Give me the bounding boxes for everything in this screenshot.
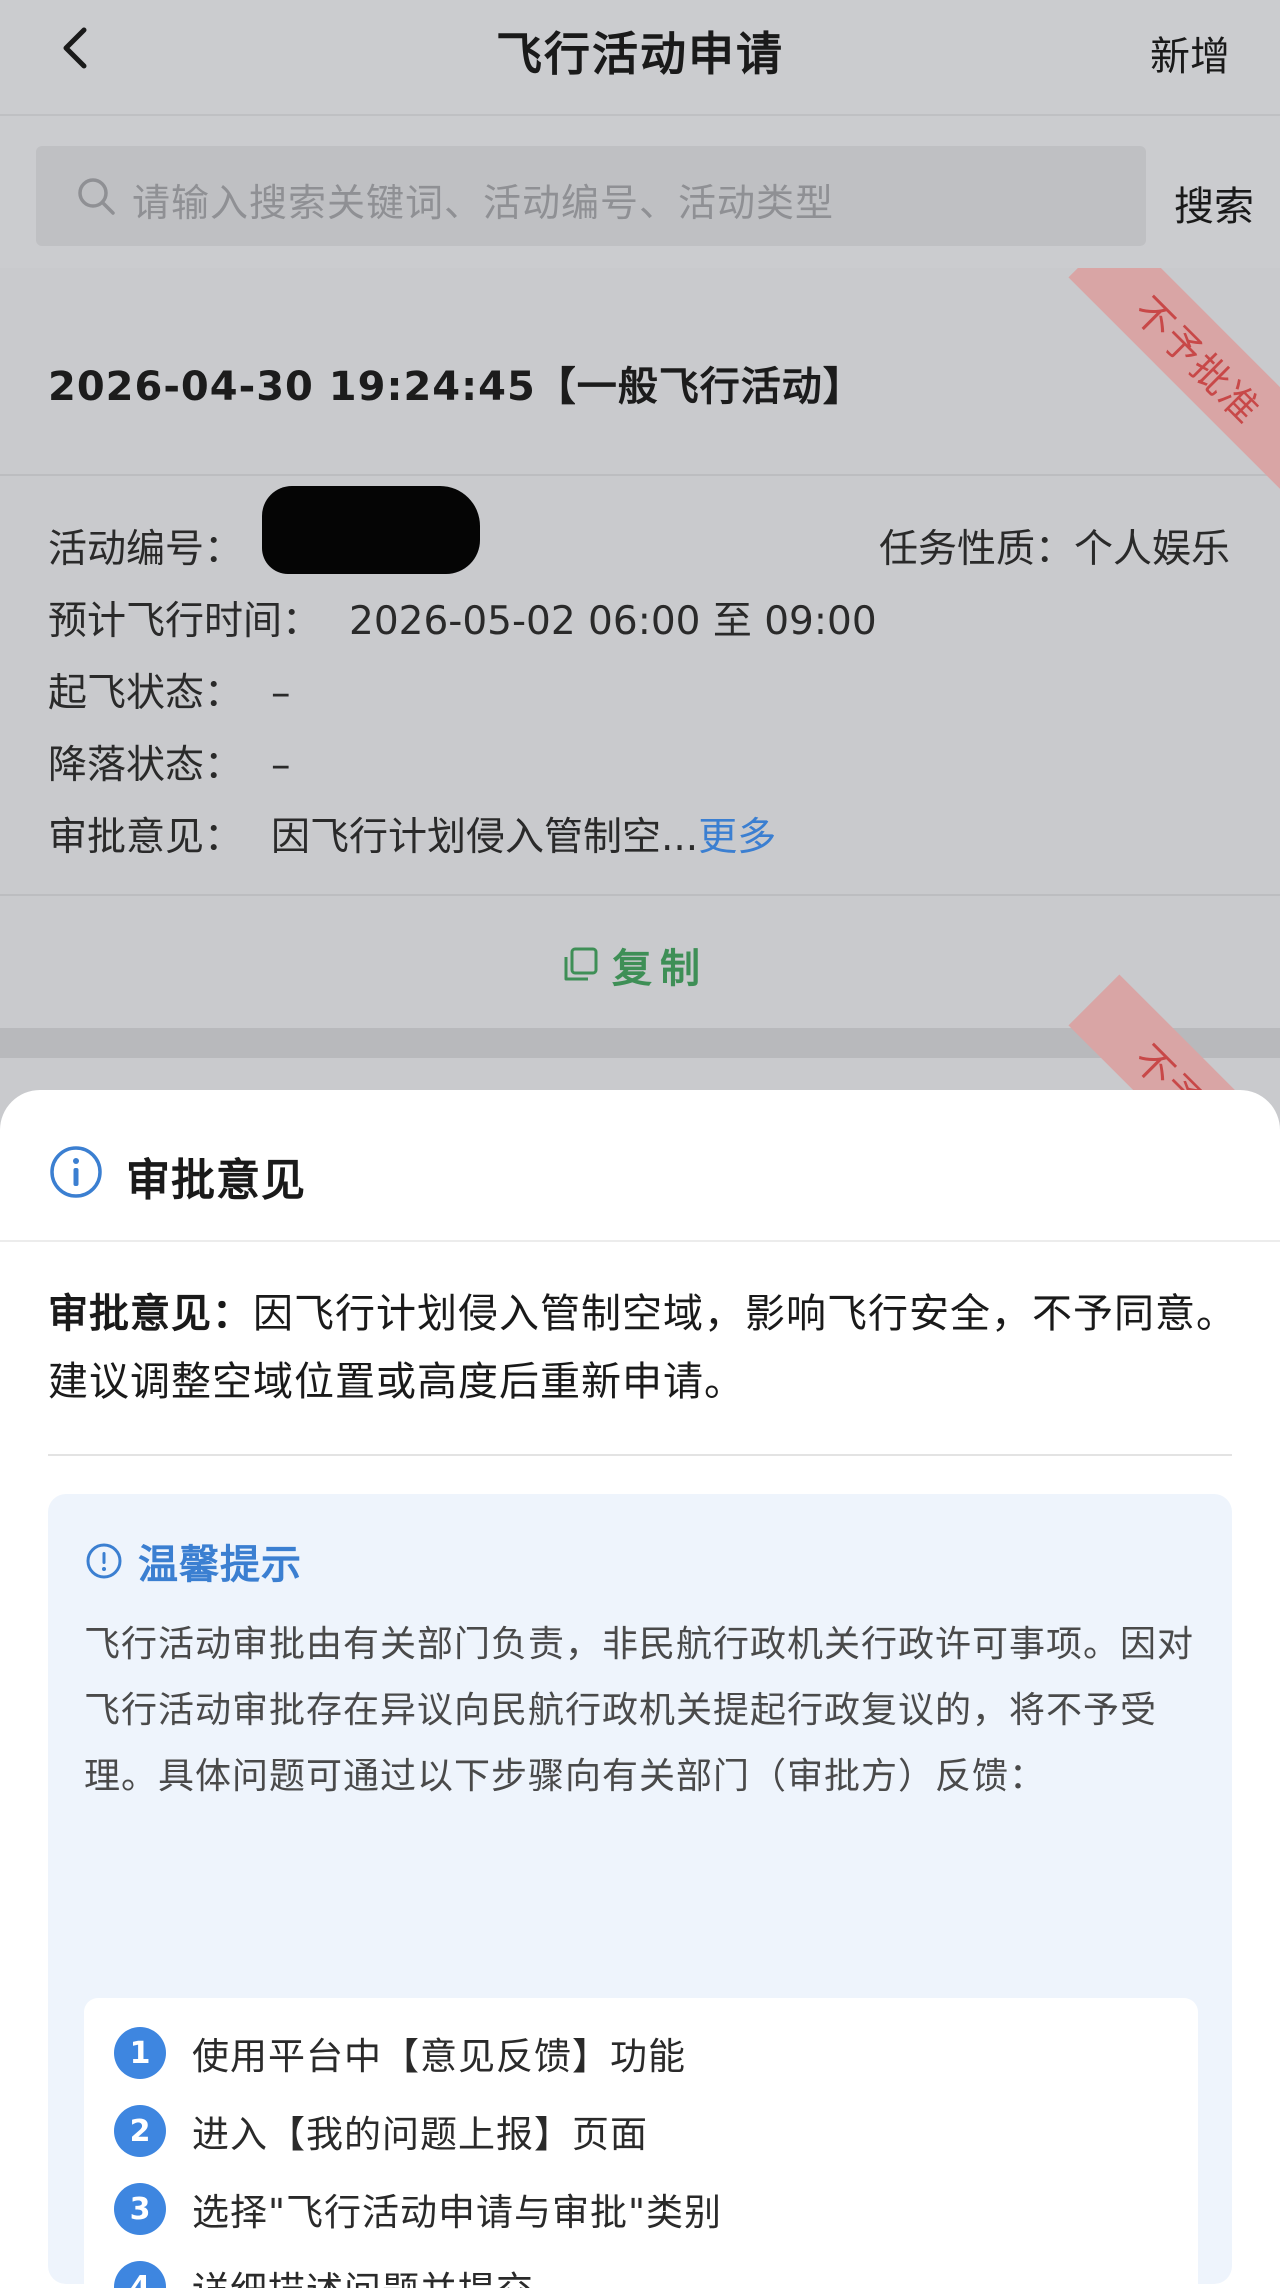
status-ribbon: 不予批准 [1068,268,1280,490]
approval-opinion-label: 审批意见： [48,815,244,860]
step-number: 1 [114,2027,166,2079]
activity-number-label: 活动编号： [48,527,244,572]
landing-status-row: 降落状态： – [48,734,291,790]
approval-opinion-row: 审批意见： 因飞行计划侵入管制空...更多 [48,806,776,862]
tips-title: 温馨提示 [138,1542,302,1588]
step-item: 2 进入【我的问题上报】页面 [114,2104,648,2158]
planned-time-row: 预计飞行时间： 2026-05-02 06:00 至 09:00 [48,590,877,646]
search-placeholder: 请输入搜索关键词、活动编号、活动类型 [132,181,835,225]
activity-card[interactable]: 2026-04-30 19:24:45【一般飞行活动】 不予批准 活动编号： 任… [0,268,1280,1028]
step-number: 4 [114,2261,166,2288]
copy-button[interactable]: 复制 [560,936,708,994]
step-item: 3 选择"飞行活动申请与审批"类别 [114,2182,722,2236]
page-title: 飞行活动申请 [496,27,784,81]
search-input[interactable]: 请输入搜索关键词、活动编号、活动类型 [36,146,1146,246]
search-button[interactable]: 搜索 [1174,174,1254,232]
steps-list: 1 使用平台中【意见反馈】功能 2 进入【我的问题上报】页面 3 选择"飞行活动… [84,1998,1198,2288]
step-number: 2 [114,2105,166,2157]
sheet-title: 审批意见 [126,1155,306,1206]
search-bar: 请输入搜索关键词、活动编号、活动类型 搜索 [0,116,1280,268]
redacted-activity-number [262,486,480,574]
opinion-text: 审批意见：因飞行计划侵入管制空域，影响飞行安全，不予同意。建议调整空域位置或高度… [48,1280,1238,1416]
info-icon [50,1146,102,1198]
step-item: 4 详细描述问题并提交 [114,2260,534,2288]
add-button[interactable]: 新增 [1150,24,1230,82]
card-header: 2026-04-30 19:24:45【一般飞行活动】 不予批准 [0,268,1280,490]
takeoff-status-label: 起飞状态： [48,671,244,716]
tips-body: 飞行活动审批由有关部门负责，非民航行政机关行政许可事项。因对飞行活动审批存在异议… [84,1624,1195,1797]
copy-label: 复制 [612,946,708,992]
task-nature-label: 任务性质： [878,527,1074,572]
landing-status-value: – [271,743,291,788]
approval-opinion-value: 因飞行计划侵入管制空... [271,815,699,860]
step-number: 3 [114,2183,166,2235]
planned-time-value: 2026-05-02 06:00 至 09:00 [349,599,877,644]
step-text: 使用平台中【意见反馈】功能 [192,2035,686,2078]
step-text: 进入【我的问题上报】页面 [192,2113,648,2156]
opinion-label: 审批意见： [48,1291,253,1337]
top-nav-bar: 飞行活动申请 新增 [0,0,1280,116]
copy-icon [564,947,598,981]
tips-header: 温馨提示 [84,1532,302,1590]
more-link[interactable]: 更多 [698,815,776,860]
search-icon [78,178,115,215]
activity-number-row: 活动编号： [48,518,243,574]
planned-time-label: 预计飞行时间： [48,599,322,644]
tips-panel: 温馨提示 飞行活动审批由有关部门负责，非民航行政机关行政许可事项。因对飞行活动审… [48,1494,1232,2288]
task-nature-value: 个人娱乐 [1073,527,1230,572]
approval-opinion-sheet: 审批意见 审批意见：因飞行计划侵入管制空域，影响飞行安全，不予同意。建议调整空域… [0,1090,1280,2288]
step-text: 详细描述问题并提交 [192,2260,534,2288]
step-text: 选择"飞行活动申请与审批"类别 [192,2191,723,2234]
divider [48,1454,1232,1456]
card-title: 2026-04-30 19:24:45【一般飞行活动】 [48,364,864,410]
takeoff-status-row: 起飞状态： – [48,662,291,718]
takeoff-status-value: – [271,671,291,716]
alert-icon [86,1543,122,1579]
landing-status-label: 降落状态： [48,743,244,788]
sheet-header: 审批意见 [0,1090,1280,1242]
task-nature-row: 任务性质：个人娱乐 [879,518,1230,574]
step-item: 1 使用平台中【意见反馈】功能 [114,2026,686,2080]
